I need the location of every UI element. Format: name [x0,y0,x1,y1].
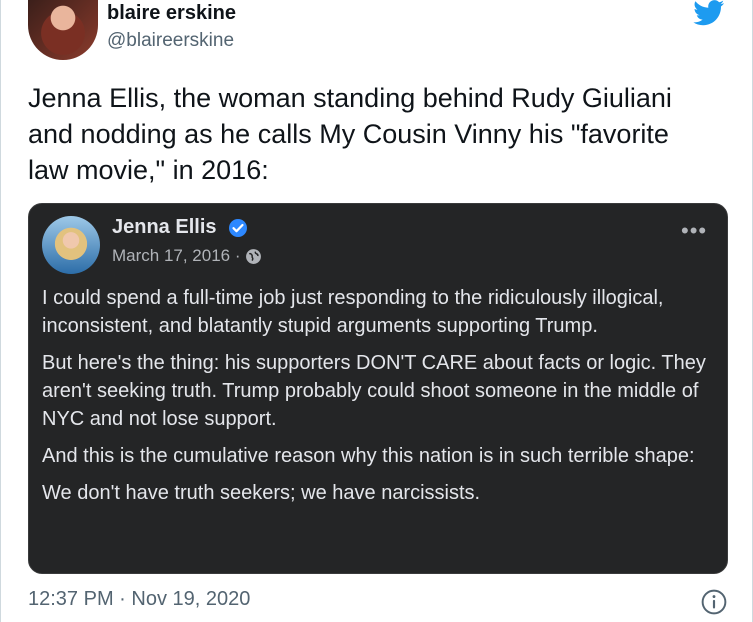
post-paragraph: But here's the thing: his supporters DON… [42,352,706,430]
post-paragraph: I could spend a full-time job just respo… [42,287,664,337]
post-date: March 17, 2016 · [112,246,241,265]
author-handle[interactable]: @blaireerskine [107,30,234,52]
globe-icon [245,248,261,264]
author-avatar[interactable] [28,0,98,60]
post-paragraph: We don't have truth seekers; we have nar… [42,482,481,504]
tweet-container: blaire erskine @blaireerskine Jenna Elli… [0,0,753,622]
info-icon[interactable] [701,589,727,615]
post-author-name: Jenna Ellis [112,216,217,238]
more-options-icon[interactable]: ••• [681,220,707,242]
post-paragraph: And this is the cumulative reason why th… [42,445,695,467]
post-date-row: March 17, 2016 · [112,246,262,266]
post-author-avatar [42,216,100,274]
tweet-text: Jenna Ellis, the woman standing behind R… [28,83,672,185]
verified-badge-icon [229,219,247,237]
author-display-name[interactable]: blaire erskine [107,2,236,25]
twitter-bird-icon[interactable] [691,0,727,26]
embedded-facebook-post[interactable]: Jenna Ellis March 17, 2016 · ••• I could… [28,203,728,574]
tweet-timestamp[interactable]: 12:37 PM · Nov 19, 2020 [28,588,250,611]
post-body: I could spend a full-time job just respo… [42,284,712,516]
